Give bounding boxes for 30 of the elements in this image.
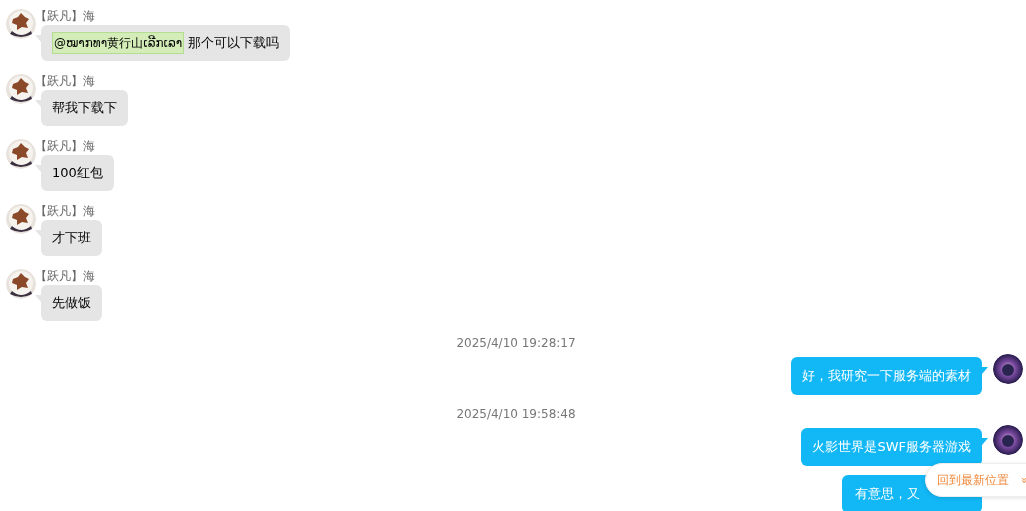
message-bubble: 好，我研究一下服务端的素材 bbox=[791, 357, 982, 395]
avatar-icon[interactable] bbox=[6, 74, 36, 104]
avatar-icon[interactable] bbox=[6, 139, 36, 169]
bubble-tail bbox=[35, 165, 41, 172]
sender-name: 【跃凡】海 bbox=[35, 204, 95, 220]
mention-tag: @ໝາກທາ黄行山ເລີກເລາ bbox=[52, 32, 185, 54]
bubble-tail bbox=[35, 295, 41, 302]
timestamp: 2025/4/10 19:58:48 bbox=[455, 407, 576, 421]
jump-to-latest-button[interactable]: 回到最新位置 » bbox=[925, 463, 1026, 497]
avatar-icon[interactable] bbox=[993, 354, 1023, 384]
sender-name: 【跃凡】海 bbox=[35, 9, 95, 25]
message-bubble: 先做饭 bbox=[41, 285, 102, 321]
bubble-tail bbox=[35, 230, 41, 237]
bubble-tail bbox=[35, 100, 41, 107]
message-bubble: 100红包 bbox=[41, 155, 114, 191]
bubble-tail bbox=[982, 367, 988, 374]
message-text: 那个可以下载吗 bbox=[188, 34, 280, 53]
chevron-down-icon: » bbox=[1015, 476, 1026, 484]
timestamp: 2025/4/10 19:28:17 bbox=[455, 336, 576, 350]
message-bubble: 火影世界是SWF服务器游戏 bbox=[801, 428, 982, 466]
sender-name: 【跃凡】海 bbox=[35, 269, 95, 285]
sender-name: 【跃凡】海 bbox=[35, 74, 95, 90]
avatar-icon[interactable] bbox=[6, 204, 36, 234]
avatar-icon[interactable] bbox=[993, 425, 1023, 455]
avatar-icon[interactable] bbox=[6, 9, 36, 39]
message-bubble: 才下班 bbox=[41, 220, 102, 256]
message-bubble: 帮我下载下 bbox=[41, 90, 128, 126]
bubble-tail bbox=[982, 438, 988, 445]
sender-name: 【跃凡】海 bbox=[35, 139, 95, 155]
avatar-icon[interactable] bbox=[6, 269, 36, 299]
